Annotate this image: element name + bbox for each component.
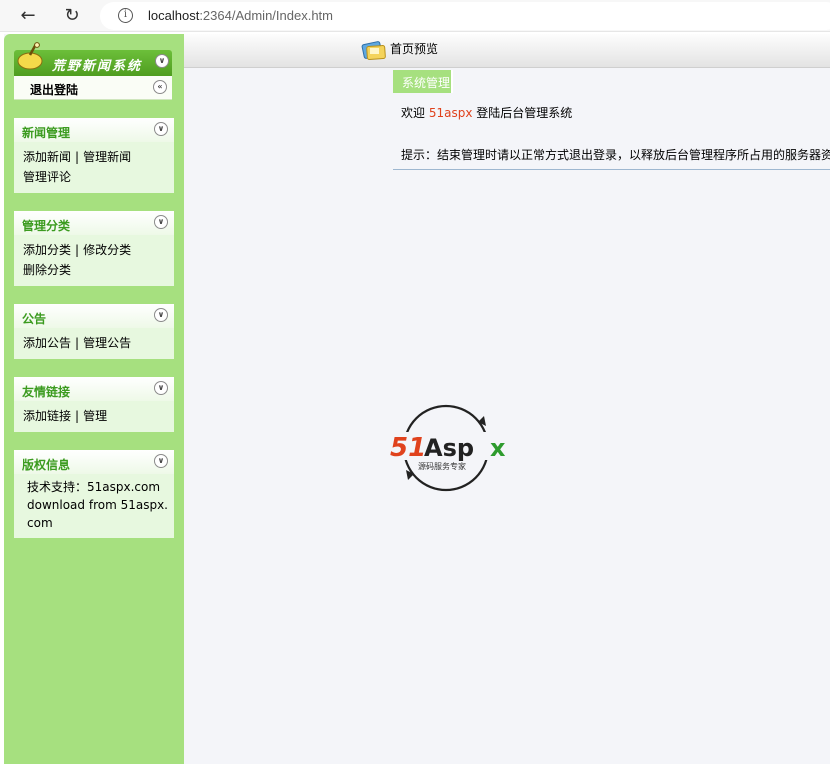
manage-links-link[interactable]: 管理 bbox=[83, 409, 107, 423]
separator: | bbox=[75, 150, 80, 164]
separator: | bbox=[75, 336, 80, 350]
info-icon[interactable]: i bbox=[118, 8, 133, 23]
system-management-panel: 系统管理 欢迎 51aspx 登陆后台管理系统 提示：结束管理时请以正常方式退出… bbox=[393, 70, 830, 170]
browser-toolbar: ← ↻ i localhost:2364/Admin/Index.htm bbox=[0, 0, 830, 32]
logout-bar: 退出登陆 « bbox=[14, 76, 172, 100]
edit-category-link[interactable]: 修改分类 bbox=[83, 243, 131, 257]
logo-x-text: x bbox=[490, 434, 506, 462]
panel-copyright-body: 技术支持：51aspx.com download from 51aspx.com bbox=[14, 474, 174, 538]
brand-name: 51aspx bbox=[428, 106, 473, 120]
separator: | bbox=[75, 243, 80, 257]
panel-title: 新闻管理 bbox=[22, 126, 71, 140]
logo-slogan: 源码服务专家 bbox=[418, 461, 466, 471]
add-news-link[interactable]: 添加新闻 bbox=[23, 150, 71, 164]
expand-chevron-icon[interactable]: ∨ bbox=[154, 454, 168, 468]
panel-categories: 管理分类 ∨ 添加分类 | 修改分类 删除分类 bbox=[14, 211, 174, 286]
tech-support-text: 技术支持：51aspx.com bbox=[27, 480, 161, 494]
collapse-chevron-icon[interactable]: ∨ bbox=[155, 54, 169, 68]
logout-tip: 提示：结束管理时请以正常方式退出登录，以释放后台管理程序所占用的服务器资源 bbox=[401, 148, 830, 162]
panel-announcements-header[interactable]: 公告 ∨ bbox=[14, 304, 174, 328]
expand-chevron-icon[interactable]: ∨ bbox=[154, 308, 168, 322]
delete-category-link[interactable]: 删除分类 bbox=[23, 263, 71, 277]
logo-aspx-text: Asp bbox=[424, 434, 474, 462]
panel-announcements: 公告 ∨ 添加公告 | 管理公告 bbox=[14, 304, 174, 359]
panel-links-body: 添加链接 | 管理 bbox=[14, 401, 174, 432]
add-announcement-link[interactable]: 添加公告 bbox=[23, 336, 71, 350]
panel-title: 公告 bbox=[22, 312, 47, 326]
panel-announcements-body: 添加公告 | 管理公告 bbox=[14, 328, 174, 359]
sidebar: 荒野新闻系统 ∨ 退出登陆 « 新闻管理 ∨ 添加新闻 | 管理新闻 管理评论 管理… bbox=[4, 34, 184, 764]
logo-51-text: 51 bbox=[390, 433, 426, 463]
panel-news-header[interactable]: 新闻管理 ∨ bbox=[14, 118, 174, 142]
expand-chevron-icon[interactable]: ∨ bbox=[154, 215, 168, 229]
address-bar[interactable]: i localhost:2364/Admin/Index.htm bbox=[100, 2, 830, 30]
panel-categories-header[interactable]: 管理分类 ∨ bbox=[14, 211, 174, 235]
home-preview-link[interactable]: 首页预览 bbox=[390, 40, 438, 57]
panel-categories-body: 添加分类 | 修改分类 删除分类 bbox=[14, 235, 174, 286]
panel-title: 版权信息 bbox=[22, 458, 71, 472]
separator: | bbox=[75, 409, 80, 423]
header-strip: 首页预览 bbox=[184, 34, 830, 68]
add-category-link[interactable]: 添加分类 bbox=[23, 243, 71, 257]
manage-comments-link[interactable]: 管理评论 bbox=[23, 170, 71, 184]
tab-label: 系统管理 bbox=[402, 76, 451, 90]
logo-text: 荒野新闻系统 bbox=[52, 59, 143, 74]
panel-copyright: 版权信息 ∨ 技术支持：51aspx.com download from 51a… bbox=[14, 450, 174, 538]
logout-link[interactable]: 退出登陆 bbox=[30, 81, 78, 98]
51aspx-logo: 51 Asp x 源码服务专家 bbox=[388, 404, 512, 492]
reload-icon[interactable]: ↻ bbox=[60, 4, 84, 28]
panel-links-header[interactable]: 友情链接 ∨ bbox=[14, 377, 174, 401]
panel-news: 新闻管理 ∨ 添加新闻 | 管理新闻 管理评论 bbox=[14, 118, 174, 193]
manage-news-link[interactable]: 管理新闻 bbox=[83, 150, 131, 164]
admin-page: 荒野新闻系统 ∨ 退出登陆 « 新闻管理 ∨ 添加新闻 | 管理新闻 管理评论 管理… bbox=[4, 34, 830, 764]
logo-emblem-icon bbox=[17, 42, 43, 70]
home-preview-icon[interactable] bbox=[360, 38, 388, 62]
panel-copyright-header[interactable]: 版权信息 ∨ bbox=[14, 450, 174, 474]
download-text: download from 51aspx.com bbox=[27, 498, 168, 530]
logo: 荒野新闻系统 ∨ bbox=[14, 42, 172, 76]
panel-news-body: 添加新闻 | 管理新闻 管理评论 bbox=[14, 142, 174, 193]
add-link-link[interactable]: 添加链接 bbox=[23, 409, 71, 423]
welcome-message: 欢迎 51aspx 登陆后台管理系统 bbox=[401, 106, 573, 120]
panel-title: 管理分类 bbox=[22, 219, 71, 233]
manage-announcement-link[interactable]: 管理公告 bbox=[83, 336, 131, 350]
panel-title: 友情链接 bbox=[22, 385, 71, 399]
expand-chevron-icon[interactable]: ∨ bbox=[154, 122, 168, 136]
back-arrow-icon[interactable]: ← bbox=[16, 4, 40, 28]
panel-links: 友情链接 ∨ 添加链接 | 管理 bbox=[14, 377, 174, 432]
tab-system-management[interactable]: 系统管理 bbox=[393, 70, 453, 93]
expand-chevron-icon[interactable]: ∨ bbox=[154, 381, 168, 395]
url-text[interactable]: localhost:2364/Admin/Index.htm bbox=[148, 8, 333, 23]
collapse-left-icon[interactable]: « bbox=[153, 80, 167, 94]
